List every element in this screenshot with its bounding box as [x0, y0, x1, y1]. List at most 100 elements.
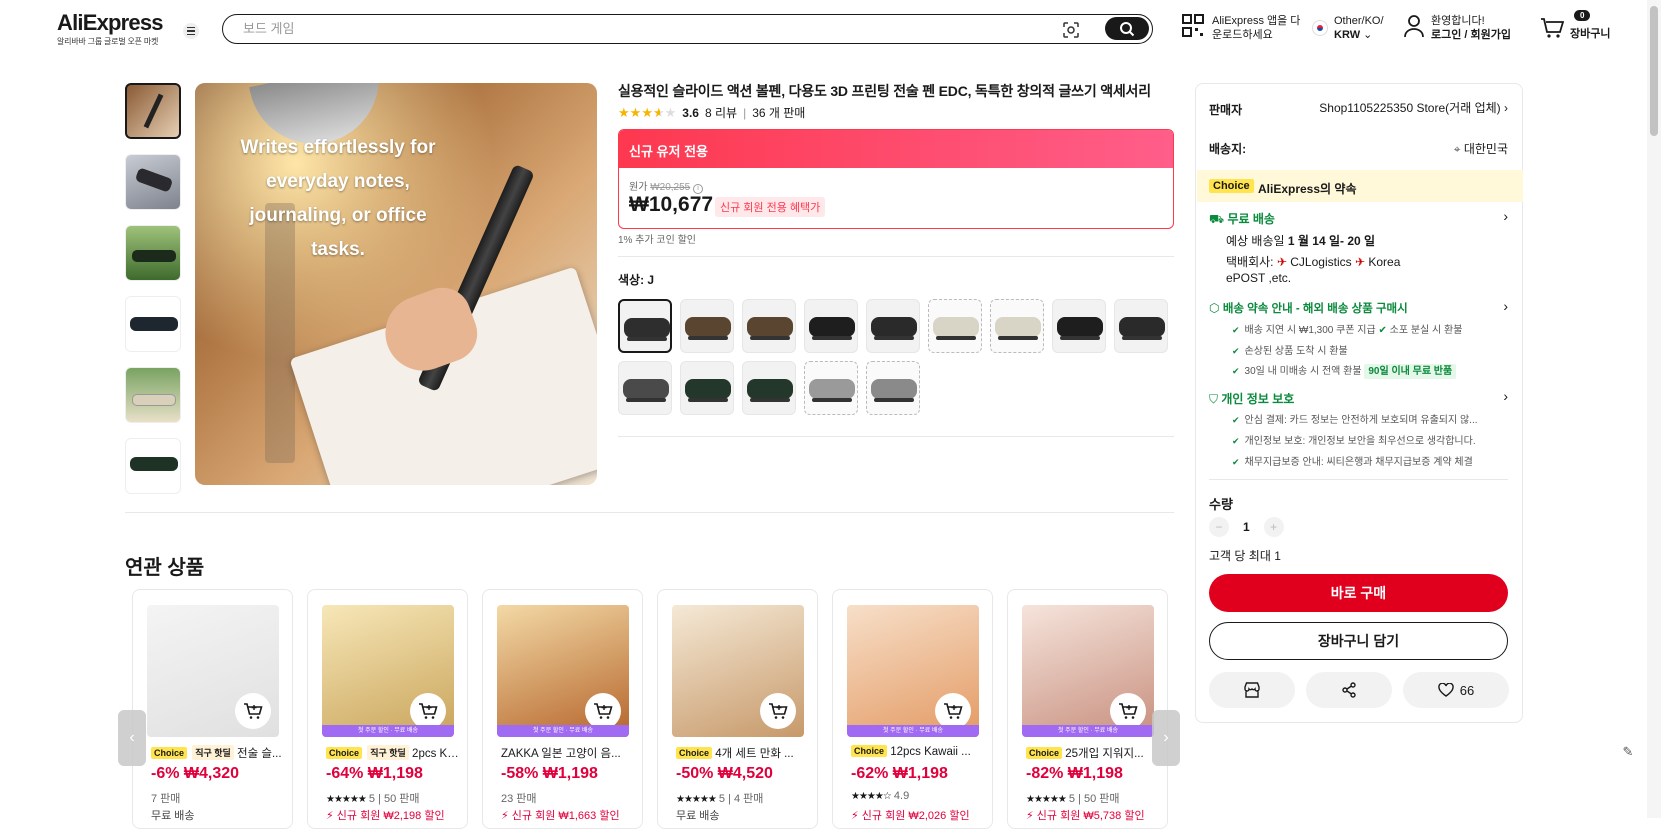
- add-to-cart-button[interactable]: 장바구니 담기: [1209, 622, 1508, 660]
- search-button[interactable]: [1105, 17, 1149, 40]
- seller-link[interactable]: Shop1105225350 Store(거래 업체) ›: [1319, 99, 1508, 116]
- region-line1: Other/KO/: [1334, 15, 1384, 27]
- color-swatch-13[interactable]: [804, 361, 858, 415]
- product-meta: 7 판매: [151, 790, 180, 806]
- delivery-promise-row[interactable]: ⬡ 배송 약속 안내 - 해외 배송 상품 구매시: [1209, 300, 1408, 316]
- chevron-left-icon: ‹: [129, 729, 135, 746]
- add-to-cart-icon[interactable]: [935, 693, 971, 729]
- hot-deal-chip: 직구 핫딜: [192, 745, 234, 760]
- menu-icon[interactable]: [183, 23, 199, 39]
- product-thumbnail[interactable]: 첫 주문 할인 · 무료 배송: [1022, 605, 1154, 737]
- product-price: -6% ₩4,320: [151, 765, 240, 782]
- chevron-right-icon: ›: [1163, 729, 1169, 746]
- sales-text: 5 | 50 판매: [1068, 793, 1120, 805]
- wishlist-count: 66: [1459, 682, 1475, 698]
- related-product-card[interactable]: 첫 주문 할인 · 무료 배송 Choice 직구 핫딜 2pcs Ka... -6…: [307, 589, 468, 829]
- product-thumbnail[interactable]: 첫 주문 할인 · 무료 배송: [847, 605, 979, 737]
- product-benefit: ⚡ 신규 회원 ₩2,026 할인: [851, 810, 970, 822]
- product-meta: ★★★★★ 5 | 4 판매: [676, 790, 763, 806]
- product-name: Choice 12pcs Kawaii ...: [851, 745, 986, 758]
- related-product-card[interactable]: 첫 주문 할인 · 무료 배송 Choice 12pcs Kawaii ... -6…: [832, 589, 993, 829]
- store-button[interactable]: [1209, 672, 1295, 708]
- plus-button[interactable]: +: [1263, 517, 1284, 537]
- product-thumbnail[interactable]: [672, 605, 804, 737]
- wishlist-button[interactable]: 66: [1403, 672, 1509, 708]
- add-to-cart-icon[interactable]: [585, 693, 621, 729]
- thumbnail-4[interactable]: [125, 296, 181, 352]
- color-swatch-2[interactable]: [680, 299, 734, 353]
- add-to-cart-icon[interactable]: [410, 693, 446, 729]
- related-product-card[interactable]: 첫 주문 할인 · 무료 배송 Choice 25개입 지워지... -82% ₩1…: [1007, 589, 1168, 829]
- related-product-card[interactable]: 첫 주문 할인 · 무료 배송 ZAKKA 일본 고양이 음... -58% ₩1,…: [482, 589, 643, 829]
- product-thumbnail[interactable]: 첫 주문 할인 · 무료 배송: [497, 605, 629, 737]
- rating-row: ★★★★★ 3.6 8 리뷰 | 36 개 판매: [618, 104, 806, 121]
- top-header: AliExpress 알리바바 그룹 글로벌 오픈 마켓 AliExpress …: [0, 0, 1661, 60]
- choice-chip: Choice: [676, 747, 713, 759]
- color-swatch-9[interactable]: [1114, 299, 1168, 353]
- thumbnail-5[interactable]: [125, 367, 181, 423]
- product-thumbnail[interactable]: [147, 605, 279, 737]
- region-selector[interactable]: Other/KO/KRW ⌄: [1312, 14, 1384, 42]
- login-signup-link[interactable]: 로그인 / 회원가입: [1431, 29, 1511, 41]
- color-swatch-14[interactable]: [866, 361, 920, 415]
- review-count[interactable]: 8 리뷰: [705, 104, 737, 121]
- edit-icon[interactable]: ✎: [1616, 740, 1640, 764]
- welcome-text: 환영합니다!: [1431, 15, 1485, 27]
- aliexpress-logo[interactable]: AliExpress 알리바바 그룹 글로벌 오픈 마켓: [57, 11, 164, 47]
- cart-icon: [1541, 17, 1564, 38]
- original-price: 원가 ₩20,255 i: [629, 178, 703, 194]
- color-swatch-10[interactable]: [618, 361, 672, 415]
- product-name: Choice 직구 핫딜 2pcs Ka...: [326, 745, 461, 760]
- main-product-image[interactable]: Writes effortlessly for everyday notes, …: [195, 83, 597, 485]
- thumbnail-3[interactable]: [125, 225, 181, 281]
- carousel-next-button[interactable]: ›: [1152, 710, 1180, 766]
- app-line1: AliExpress 앱을 다: [1212, 15, 1301, 27]
- related-product-card[interactable]: Choice 4개 세트 만화 ... -50% ₩4,520 ★★★★★ 5 | …: [657, 589, 818, 829]
- sales-text: 7 판매: [151, 793, 181, 805]
- carousel-prev-button[interactable]: ‹: [118, 710, 146, 766]
- first-order-band: 첫 주문 할인 · 무료 배송: [1022, 725, 1154, 737]
- purchase-sidebar: 판매자 Shop1105225350 Store(거래 업체) › 배송지: ⌖…: [1195, 83, 1523, 723]
- chevron-right-icon[interactable]: ›: [1503, 298, 1508, 314]
- divider: [618, 436, 1174, 437]
- color-swatch-5[interactable]: [866, 299, 920, 353]
- color-swatch-4[interactable]: [804, 299, 858, 353]
- image-search-icon[interactable]: [1062, 21, 1080, 44]
- free-return-badge: 90일 이내 무료 반품: [1364, 364, 1457, 379]
- color-label: 색상: J: [618, 273, 655, 287]
- share-button[interactable]: [1306, 672, 1392, 708]
- ship-to-selector[interactable]: ⌖ 대한민국: [1454, 140, 1508, 157]
- app-download[interactable]: AliExpress 앱을 다 운로드하세요: [1182, 14, 1300, 42]
- search-input[interactable]: [243, 21, 1043, 36]
- logo-subtitle: 알리바바 그룹 글로벌 오픈 마켓: [57, 37, 159, 46]
- product-benefit: 무료 배송: [676, 810, 720, 822]
- product-thumbnail[interactable]: 첫 주문 할인 · 무료 배송: [322, 605, 454, 737]
- color-swatch-6[interactable]: [928, 299, 982, 353]
- cart-link[interactable]: 0 장바구니: [1540, 10, 1610, 41]
- add-to-cart-icon[interactable]: [235, 693, 271, 729]
- account-menu[interactable]: 환영합니다! 로그인 / 회원가입: [1404, 14, 1511, 42]
- choice-chip: Choice: [326, 747, 363, 759]
- buy-now-button[interactable]: 바로 구매: [1209, 574, 1508, 612]
- chevron-right-icon[interactable]: ›: [1503, 208, 1508, 224]
- color-swatch-12[interactable]: [742, 361, 796, 415]
- related-product-card[interactable]: Choice 직구 핫딜 전술 슬... -6% ₩4,320 7 판매 무료 배송: [132, 589, 293, 829]
- page-scrollbar[interactable]: [1647, 0, 1661, 818]
- minus-button[interactable]: −: [1209, 517, 1229, 537]
- privacy-row[interactable]: ⛉ 개인 정보 보호: [1209, 390, 1294, 407]
- thumbnail-1[interactable]: [125, 83, 181, 139]
- chevron-down-icon: ⌄: [1363, 29, 1373, 41]
- color-swatch-1[interactable]: [618, 299, 672, 353]
- color-swatch-11[interactable]: [680, 361, 734, 415]
- free-shipping-row[interactable]: ⛟ 무료 배송: [1209, 210, 1275, 228]
- product-name-text: ZAKKA 일본 고양이 음...: [501, 748, 621, 760]
- thumbnail-2[interactable]: [125, 154, 181, 210]
- thumbnail-6[interactable]: [125, 438, 181, 494]
- add-to-cart-icon[interactable]: [760, 693, 796, 729]
- chevron-right-icon[interactable]: ›: [1503, 388, 1508, 404]
- color-swatch-7[interactable]: [990, 299, 1044, 353]
- quantity-limit: 고객 당 최대 1: [1209, 549, 1281, 563]
- add-to-cart-icon[interactable]: [1110, 693, 1146, 729]
- color-swatch-3[interactable]: [742, 299, 796, 353]
- color-swatch-8[interactable]: [1052, 299, 1106, 353]
